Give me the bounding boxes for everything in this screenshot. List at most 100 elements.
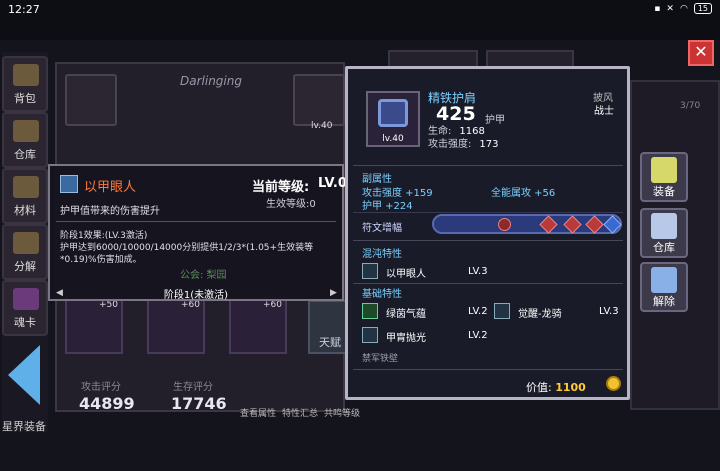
divider [353, 212, 623, 213]
sub-attr: 全能属攻 +56 [491, 188, 556, 199]
item-level: lv.40 [382, 134, 404, 144]
divider [353, 283, 623, 284]
attack-score-label: 攻击评分 [81, 382, 121, 393]
dragon-knight-icon [494, 303, 510, 319]
chaos-trait-title: 混沌特性 [362, 249, 402, 260]
storage-icon [651, 213, 677, 239]
attack-score: 44899 [79, 394, 135, 413]
trait-name: 以甲眼人 [84, 180, 137, 195]
stellar-equip-label[interactable]: 星界装备 [2, 418, 46, 434]
rune-slots[interactable] [432, 214, 622, 234]
sub-attr: 护甲 +224 [362, 201, 413, 212]
nav-item-bag[interactable]: 背包 [2, 56, 48, 112]
nav-item-material[interactable]: 材料 [2, 168, 48, 224]
base-trait-name[interactable]: 甲胄抛光 [386, 329, 426, 344]
equip-item[interactable]: +60 [147, 296, 205, 354]
unequip-button[interactable]: 解除 [640, 262, 688, 312]
stat-label: 生命: [428, 126, 452, 137]
nav-label: 魂卡 [14, 316, 36, 329]
item-class: 战士 [594, 106, 614, 117]
trait-summary-button[interactable]: 特性汇总 [282, 406, 318, 419]
stat-value: 173 [479, 139, 499, 150]
item-main-value: 425 [436, 103, 476, 125]
nav-item-salvage[interactable]: 分解 [2, 224, 48, 280]
stat-row: 生命: 1168 [428, 125, 498, 138]
chaos-trait-level: LV.3 [468, 266, 488, 277]
status-bar: 12:27 ▪ ✕ ◠ 15 [0, 0, 720, 20]
card-icon [13, 288, 39, 310]
rune-icon [539, 215, 558, 234]
survive-score: 17746 [171, 394, 227, 413]
unequip-button-label: 解除 [653, 295, 675, 308]
nav-label: 背包 [14, 92, 36, 105]
bag-icon [13, 64, 39, 86]
next-stage-arrow-icon[interactable]: ▶ [330, 288, 337, 298]
stage-footer: 阶段1(未激活) [163, 290, 229, 301]
divider [353, 240, 623, 241]
base-trait-name[interactable]: 绿茵气蕴 [386, 305, 426, 320]
base-trait-name[interactable]: 觉醒-龙骑 [518, 305, 562, 320]
unlock-icon [651, 267, 677, 293]
talent-label: 天赋 [319, 336, 341, 349]
equip-plus: +60 [181, 300, 200, 310]
item-icon: lv.40 [366, 91, 420, 147]
chest-icon [13, 120, 39, 142]
nav-item-storage[interactable]: 仓库 [2, 112, 48, 168]
equip-plus: +50 [99, 300, 118, 310]
current-level-label: 当前等级: [252, 180, 310, 195]
trait-tooltip: 以甲眼人 当前等级: LV.0 生效等级:0 护甲值带来的伤害提升 阶段1效果:… [48, 164, 347, 301]
rune-icon [585, 215, 604, 234]
equip-button[interactable]: 装备 [640, 152, 688, 202]
equip-item[interactable]: +50 [65, 296, 123, 354]
rune-icon [603, 215, 622, 234]
base-trait-level: LV.2 [468, 306, 488, 317]
salvage-icon [13, 232, 39, 254]
stat-row: 攻击强度: 173 [428, 138, 498, 151]
set-name: 禁军铁壁 [362, 354, 399, 364]
resonance-level-button[interactable]: 共鸣等级 [324, 406, 360, 419]
item-value-unit: 护甲 [485, 115, 505, 126]
armor-eye-icon [362, 263, 378, 279]
armor-eye-icon [60, 175, 78, 193]
equip-button-label: 装备 [653, 185, 675, 198]
base-trait-title: 基础特性 [362, 289, 402, 300]
status-icons: ▪ ✕ ◠ 15 [654, 3, 712, 14]
rune-gear-icon [498, 218, 511, 231]
guild-label: 公会: 梨园 [180, 270, 227, 281]
back-arrow-icon[interactable] [8, 345, 40, 405]
page-counter: 3/70 [680, 101, 701, 111]
close-button[interactable]: ✕ [688, 40, 714, 66]
divider [56, 221, 336, 222]
price-label: 价值: [526, 381, 552, 394]
equip-plus: +60 [263, 300, 282, 310]
polish-icon [362, 327, 378, 343]
view-attributes-button[interactable]: 查看属性 [240, 406, 276, 419]
item-price: 价值: 1100 [526, 379, 586, 395]
shoulder-armor-icon [378, 99, 408, 127]
item-base-stats: 生命: 1168 攻击强度: 173 [428, 125, 498, 151]
trait-description: 护甲值带来的伤害提升 [60, 206, 160, 217]
nav-label: 分解 [14, 260, 36, 273]
chaos-trait-name[interactable]: 以甲眼人 [386, 265, 426, 280]
character-name: Darlinging [180, 74, 242, 88]
survive-score-label: 生存评分 [173, 382, 213, 393]
rune-icon [563, 215, 582, 234]
shirt-icon [651, 157, 677, 183]
storage-button[interactable]: 仓库 [640, 208, 688, 258]
material-icon [13, 176, 39, 198]
status-time: 12:27 [8, 3, 40, 16]
base-trait-level: LV.3 [599, 306, 619, 317]
equip-slot[interactable] [293, 74, 345, 126]
divider [353, 369, 623, 370]
notification-icon: ▪ [654, 3, 661, 14]
equip-item[interactable]: +60 [229, 296, 287, 354]
stat-label: 攻击强度: [428, 139, 472, 150]
stat-value: 1168 [459, 126, 485, 137]
base-trait-level: LV.2 [468, 330, 488, 341]
green-aura-icon [362, 303, 378, 319]
equip-slot[interactable] [65, 74, 117, 126]
nav-label: 材料 [14, 204, 36, 217]
rune-amp-title: 符文增幅 [362, 223, 402, 234]
nav-item-soulcard[interactable]: 魂卡 [2, 280, 48, 336]
item-detail-panel: lv.40 精铁护肩 425 护甲 生命: 1168 攻击强度: 173 披风 战士… [345, 66, 630, 400]
